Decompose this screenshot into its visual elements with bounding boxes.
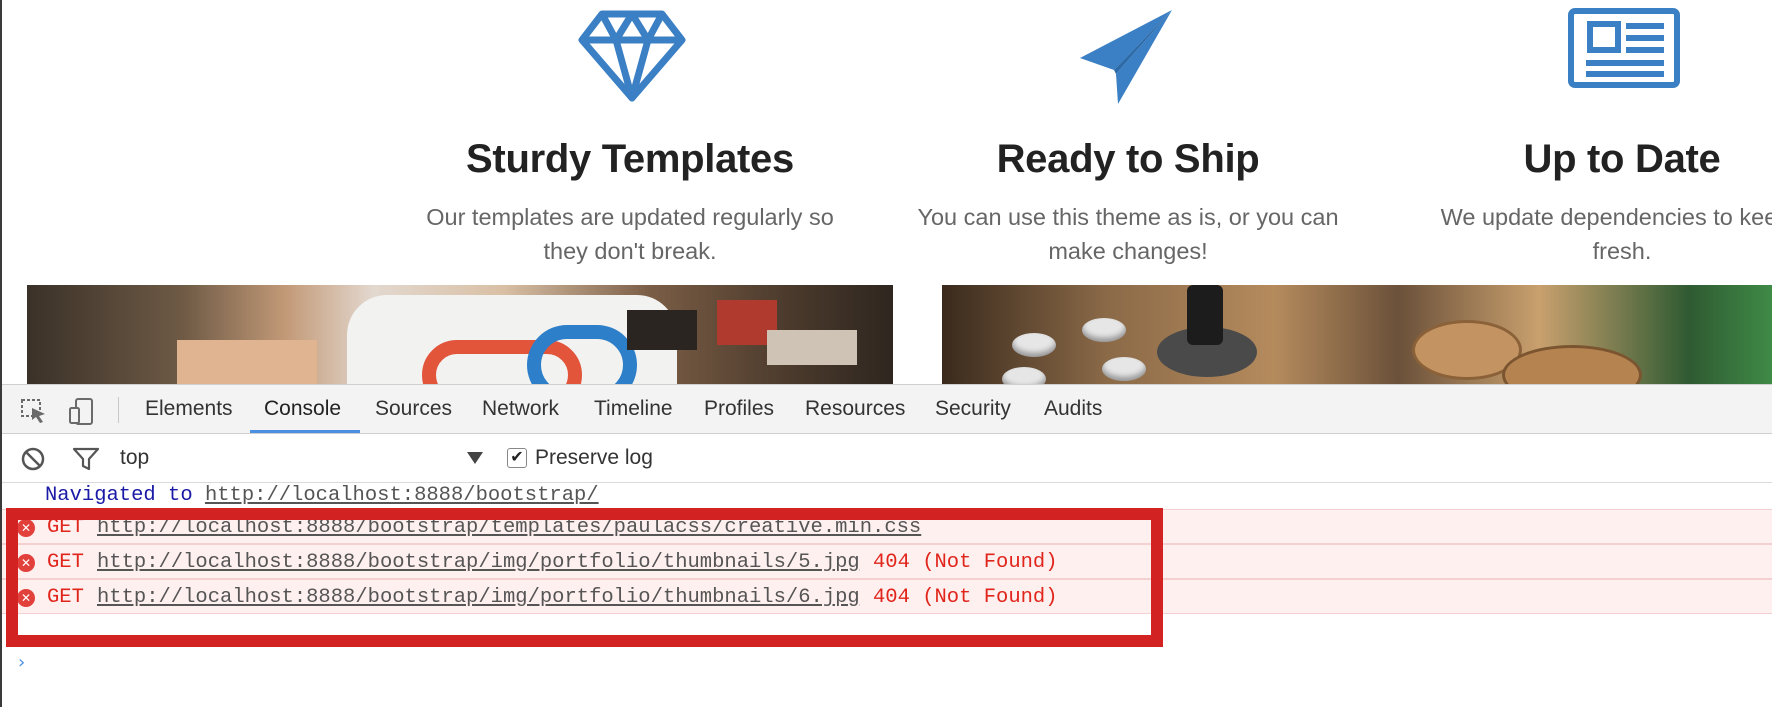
tab-audits[interactable]: Audits: [1044, 385, 1102, 433]
preserve-log-label[interactable]: Preserve log: [535, 446, 653, 470]
paper-plane-icon: [1076, 8, 1176, 106]
tab-security[interactable]: Security: [935, 385, 1011, 433]
console-filter-bar: top ✔ Preserve log: [2, 434, 1772, 483]
toolbar-divider: [118, 397, 119, 423]
tab-elements[interactable]: Elements: [145, 385, 233, 433]
error-highlight-box: [6, 508, 1163, 647]
feature-title: Ready to Ship: [996, 137, 1260, 181]
tab-resources[interactable]: Resources: [805, 385, 905, 433]
execution-context-select[interactable]: top: [120, 446, 149, 470]
feature-title: Sturdy Templates: [466, 137, 794, 181]
portfolio-image-workshop[interactable]: [942, 285, 1772, 384]
navigated-url-link[interactable]: http://localhost:8888/bootstrap/: [205, 484, 599, 506]
devtools-tab-bar: Elements Console Sources Network Timelin…: [2, 384, 1772, 434]
tab-timeline[interactable]: Timeline: [594, 385, 673, 433]
portfolio-image-tshirt[interactable]: [27, 285, 893, 384]
inspect-element-icon[interactable]: [20, 398, 48, 424]
feature-description: Our templates are updated regularly so t…: [426, 204, 834, 264]
preserve-log-checkbox[interactable]: ✔: [507, 448, 527, 468]
tab-network[interactable]: Network: [482, 385, 559, 433]
tab-console[interactable]: Console: [264, 385, 341, 433]
feature-title: Up to Date: [1523, 137, 1721, 181]
feature-description: You can use this theme as is, or you can…: [917, 204, 1339, 264]
chevron-down-icon[interactable]: [467, 452, 483, 464]
active-tab-indicator: [250, 430, 360, 433]
device-mode-icon[interactable]: [68, 398, 96, 425]
clear-console-icon[interactable]: [20, 446, 46, 472]
newspaper-icon: [1568, 8, 1680, 88]
diamond-icon: [578, 8, 686, 102]
web-page: Sturdy Templates Our templates are updat…: [2, 0, 1772, 384]
filter-icon[interactable]: [72, 446, 100, 472]
console-prompt-icon[interactable]: ›: [18, 652, 25, 673]
console-navigated-message: Navigated to http://localhost:8888/boots…: [45, 484, 599, 506]
feature-description: We update dependencies to keep t fresh.: [1440, 204, 1772, 264]
tab-sources[interactable]: Sources: [375, 385, 452, 433]
tab-profiles[interactable]: Profiles: [704, 385, 774, 433]
